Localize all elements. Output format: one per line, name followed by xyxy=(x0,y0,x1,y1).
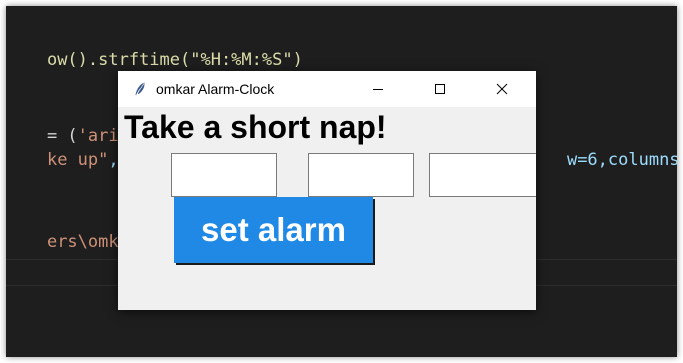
second-input[interactable] xyxy=(429,153,536,197)
feather-icon xyxy=(132,81,148,97)
hour-input[interactable] xyxy=(171,153,277,197)
code-line-label-right: w=6,columnsp xyxy=(526,130,677,190)
nap-heading: Take a short nap! xyxy=(124,109,387,145)
close-icon xyxy=(496,80,508,99)
minute-input[interactable] xyxy=(308,153,414,197)
window-titlebar[interactable]: omkar Alarm-Clock xyxy=(118,71,536,107)
code-line-label-right-text: w=6,columnsp xyxy=(566,150,677,170)
maximize-icon xyxy=(434,80,446,99)
code-line-label-string: ke up" xyxy=(46,150,109,170)
window-title: omkar Alarm-Clock xyxy=(156,81,275,97)
close-button[interactable] xyxy=(471,71,533,107)
alarm-clock-window: omkar Alarm-Clock Take a short nap! set … xyxy=(118,71,536,310)
set-alarm-button[interactable]: set alarm xyxy=(174,197,373,263)
minimize-button[interactable] xyxy=(347,71,409,107)
maximize-button[interactable] xyxy=(409,71,471,107)
code-line-strftime-text: ow().strftime("%H:%M:%S") xyxy=(46,50,303,70)
minimize-icon xyxy=(372,80,384,99)
